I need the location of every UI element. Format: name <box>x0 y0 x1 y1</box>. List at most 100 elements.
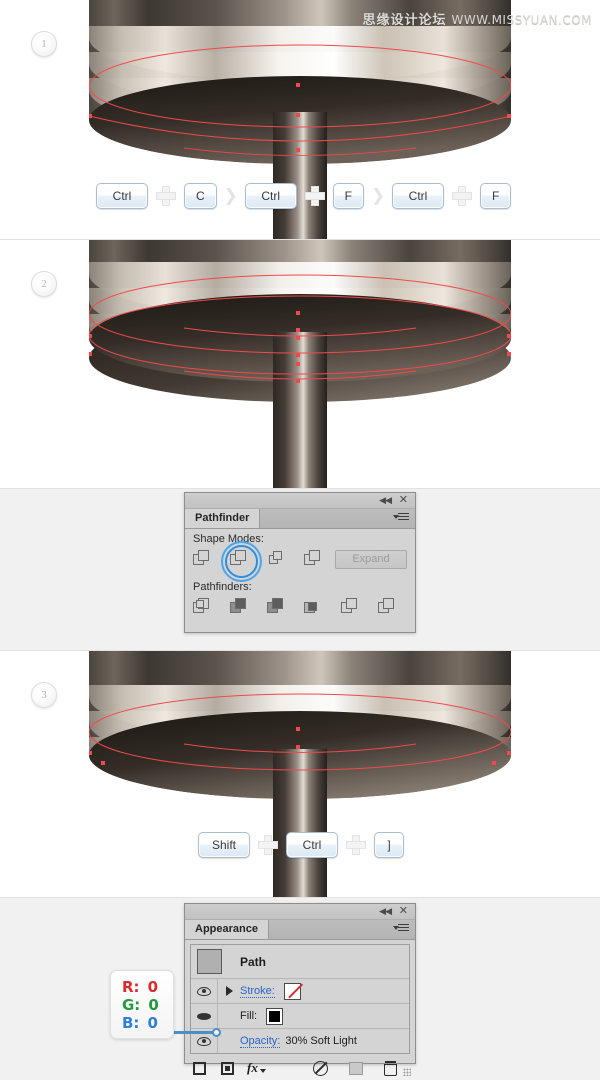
key-ctrl-1[interactable]: Ctrl <box>96 183 148 209</box>
close-icon[interactable]: ✕ <box>399 494 408 506</box>
shape-modes-label: Shape Modes: <box>193 533 264 545</box>
rgb-r-value: 0 <box>147 978 158 996</box>
key-ctrl-2[interactable]: Ctrl <box>244 183 297 209</box>
step-3-section: 3 Shift Ctrl ] <box>0 651 600 897</box>
object-thumbnail <box>197 949 222 974</box>
fill-label[interactable]: Fill: <box>240 1010 257 1022</box>
stroke-swatch-none[interactable] <box>283 982 301 1000</box>
rgb-b-value: 0 <box>147 1014 158 1032</box>
resize-grip[interactable] <box>403 1068 411 1076</box>
expand-toggle-fill <box>218 1004 240 1028</box>
trim-icon[interactable] <box>230 598 249 617</box>
tab-pathfinder[interactable]: Pathfinder <box>185 509 261 528</box>
shortcut-row-step-3: Shift Ctrl ] <box>198 832 404 858</box>
appearance-object-row[interactable]: Path <box>191 945 409 979</box>
step-number-3: 3 <box>41 689 47 701</box>
appearance-section: ◀◀ ✕ Appearance Path Stroke: Fill: Opaci… <box>0 898 600 1080</box>
key-ctrl[interactable]: Ctrl <box>286 832 338 858</box>
pathfinders-row <box>185 598 415 617</box>
rgb-callout: R: 0 G: 0 B: 0 <box>110 970 174 1039</box>
minus-back-icon[interactable] <box>378 598 397 617</box>
step-2-section: 2 <box>0 240 600 488</box>
minus-front-icon[interactable] <box>225 545 258 578</box>
step-number-1: 1 <box>41 38 47 50</box>
chevron-down-icon[interactable] <box>259 1069 266 1073</box>
key-ctrl-3[interactable]: Ctrl <box>392 183 445 209</box>
merge-icon[interactable] <box>267 598 286 617</box>
clear-appearance-icon[interactable] <box>312 1060 329 1077</box>
step-number-2: 2 <box>41 278 47 290</box>
plus-icon <box>257 834 279 856</box>
fill-swatch-black[interactable] <box>266 1007 284 1025</box>
rgb-g-label: G: <box>122 996 141 1014</box>
key-f-1[interactable]: F <box>332 183 365 209</box>
callout-endpoint-dot <box>212 1028 221 1037</box>
plus-icon <box>345 834 367 856</box>
shape-modes-row: Expand <box>185 545 415 578</box>
pathfinders-label: Pathfinders: <box>193 581 252 593</box>
stroke-label[interactable]: Stroke: <box>240 985 275 998</box>
key-c[interactable]: C <box>184 183 217 209</box>
step-badge-3: 3 <box>31 682 57 708</box>
visibility-toggle-fill[interactable] <box>191 1004 218 1028</box>
opacity-label[interactable]: Opacity: <box>240 1035 281 1048</box>
appearance-row-stroke[interactable]: Stroke: <box>191 979 409 1004</box>
appearance-toolbar: fx <box>185 1057 415 1079</box>
collapse-icon[interactable]: ◀◀ <box>379 906 392 917</box>
intersect-icon[interactable] <box>267 550 286 569</box>
eye-icon <box>197 1012 211 1021</box>
pathfinder-panel: ◀◀ ✕ Pathfinder Shape Modes: Expand Path… <box>184 492 416 633</box>
collapse-icon[interactable]: ◀◀ <box>379 495 392 506</box>
pathfinder-body: Shape Modes: Expand Pathfinders: <box>185 529 415 617</box>
step-2-illustration <box>89 240 511 488</box>
divide-icon[interactable] <box>193 598 212 617</box>
add-new-stroke-icon[interactable] <box>191 1060 208 1077</box>
pathfinder-titlebar: ◀◀ ✕ <box>185 493 415 509</box>
exclude-icon[interactable] <box>304 550 323 569</box>
opacity-value: 30% Soft Light <box>285 1035 357 1047</box>
triangle-right-icon <box>225 986 233 996</box>
plus-icon <box>304 185 326 207</box>
rgb-row-g: G: 0 <box>122 996 163 1014</box>
plus-icon <box>451 185 473 207</box>
key-shift[interactable]: Shift <box>198 832 250 858</box>
add-new-fill-icon[interactable] <box>219 1060 236 1077</box>
crop-icon[interactable] <box>304 598 323 617</box>
pathfinder-section: ◀◀ ✕ Pathfinder Shape Modes: Expand Path… <box>0 489 600 650</box>
rgb-row-r: R: 0 <box>122 978 163 996</box>
expand-toggle-stroke[interactable] <box>218 979 240 1003</box>
tutorial-page: 思缘设计论坛 WWW.MISSYUAN.COM 1 Ctrl C ❯ Ctrl F… <box>0 0 600 1080</box>
panel-menu-icon[interactable] <box>393 513 409 524</box>
pathfinder-tabbar: Pathfinder <box>185 509 415 529</box>
unite-icon[interactable] <box>193 550 212 569</box>
plus-icon <box>155 185 177 207</box>
chevron-right-icon: ❯ <box>223 185 238 206</box>
duplicate-item-icon[interactable] <box>347 1060 364 1077</box>
panel-menu-icon[interactable] <box>393 924 409 935</box>
appearance-panel: ◀◀ ✕ Appearance Path Stroke: Fill: Opaci… <box>184 903 416 1076</box>
appearance-row-opacity[interactable]: Opacity: 30% Soft Light <box>191 1029 409 1053</box>
shortcut-row-step-1: Ctrl C ❯ Ctrl F ❯ Ctrl F <box>96 183 512 209</box>
appearance-titlebar: ◀◀ ✕ <box>185 904 415 920</box>
key-f-2[interactable]: F <box>480 183 512 209</box>
eye-icon <box>197 1036 211 1046</box>
object-label: Path <box>240 954 267 969</box>
add-effect-label[interactable]: fx <box>247 1060 258 1076</box>
appearance-row-fill[interactable]: Fill: <box>191 1004 409 1029</box>
step-1-section: 思缘设计论坛 WWW.MISSYUAN.COM 1 Ctrl C ❯ Ctrl F… <box>0 0 600 239</box>
rgb-row-b: B: 0 <box>122 1014 163 1032</box>
rgb-r-label: R: <box>122 978 140 996</box>
delete-item-icon[interactable] <box>382 1060 399 1077</box>
close-icon[interactable]: ✕ <box>399 905 408 917</box>
appearance-list: Path Stroke: Fill: Opacity: 30% Soft Lig… <box>190 944 410 1054</box>
appearance-tabbar: Appearance <box>185 920 415 940</box>
visibility-toggle-stroke[interactable] <box>191 979 218 1003</box>
chevron-right-icon: ❯ <box>370 185 386 206</box>
rgb-g-value: 0 <box>148 996 159 1014</box>
key-bracket-right[interactable]: ] <box>374 832 404 858</box>
eye-icon <box>197 986 211 996</box>
tab-appearance[interactable]: Appearance <box>185 920 269 939</box>
step-badge-2: 2 <box>31 271 57 297</box>
expand-button[interactable]: Expand <box>335 550 407 569</box>
outline-icon[interactable] <box>341 598 360 617</box>
